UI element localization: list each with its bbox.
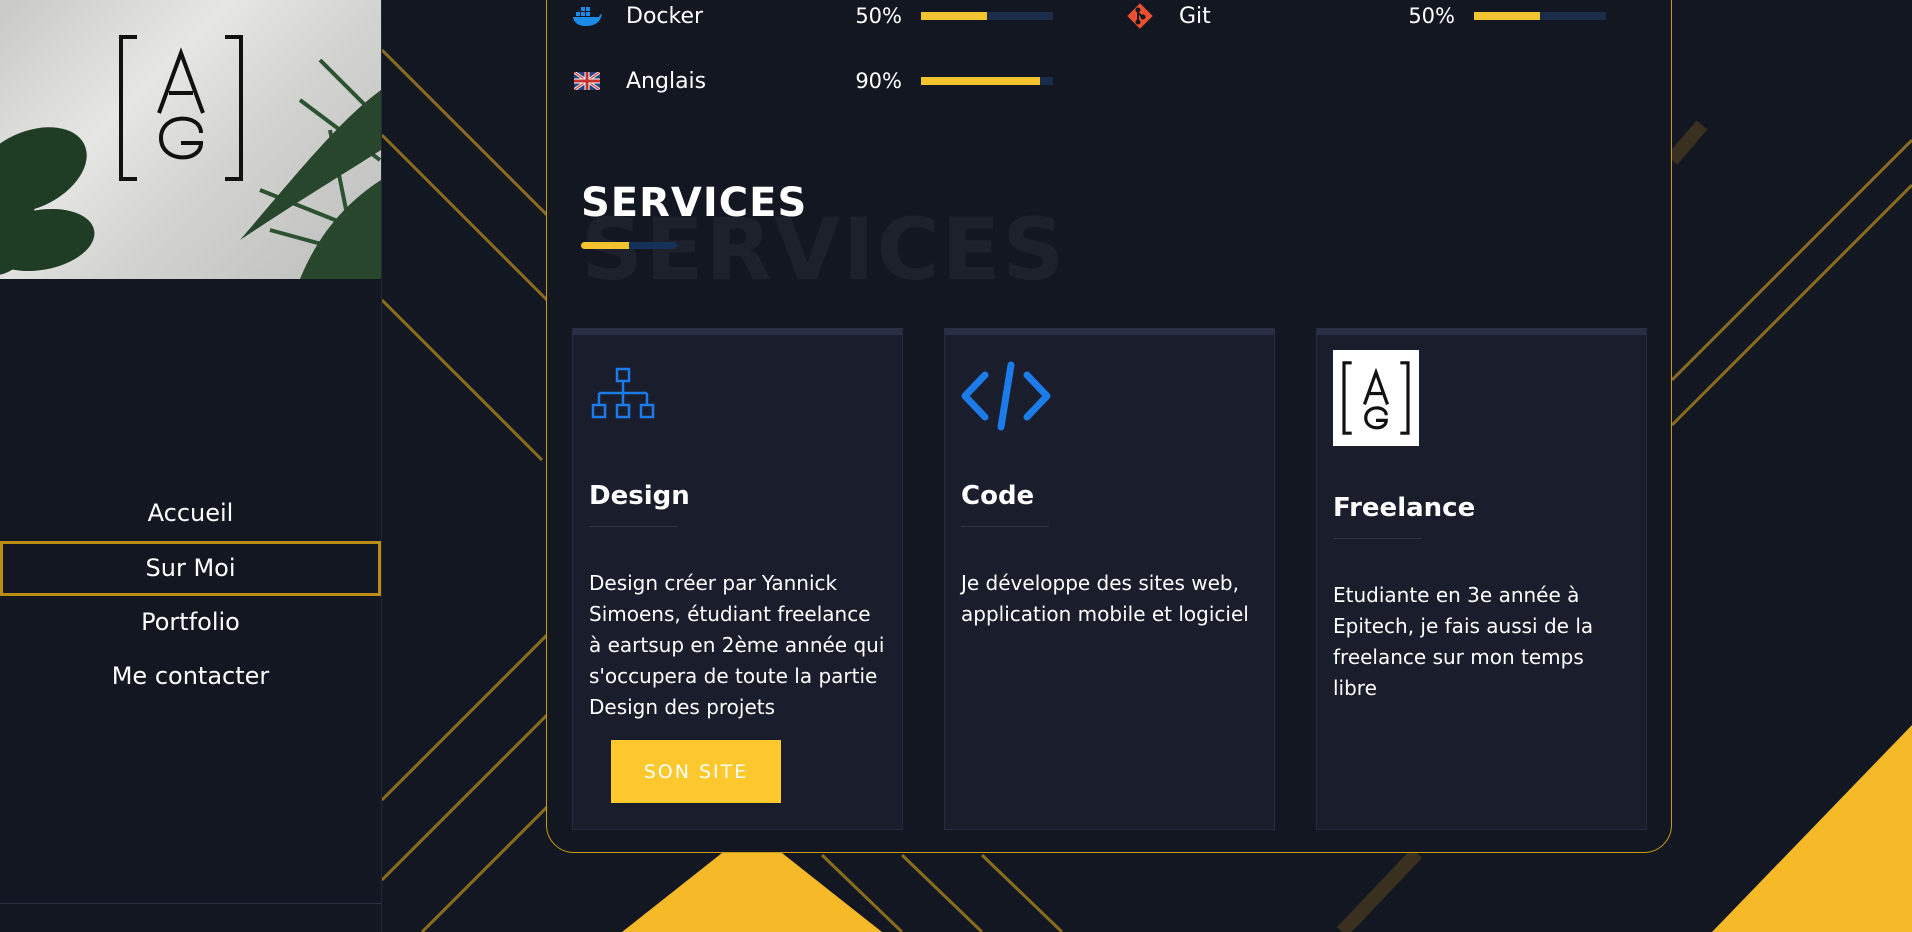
nav-item-portfolio[interactable]: Portfolio: [0, 596, 381, 649]
ag-logo: [1342, 361, 1410, 435]
service-card-design: Design Design créer par Yannick Simoens,…: [572, 328, 903, 830]
skill-docker: Docker 50%: [572, 1, 1053, 31]
git-icon: [1125, 1, 1155, 31]
skill-progress-bar: [1474, 12, 1606, 20]
service-title: Design: [589, 481, 690, 511]
ag-logo: [119, 35, 243, 181]
service-card-code: Code Je développe des sites web, applica…: [944, 328, 1275, 830]
sitemap-icon: [591, 367, 655, 419]
skill-progress-bar: [921, 77, 1053, 85]
skill-git: Git 50%: [1125, 1, 1606, 31]
service-description: Je développe des sites web, application …: [961, 571, 1249, 626]
title-underline: [581, 242, 677, 249]
skill-percent: 50%: [855, 4, 902, 28]
skill-progress-bar: [921, 12, 1053, 20]
service-card-freelance: Freelance Etudiante en 3e année à Epitec…: [1316, 328, 1647, 830]
skill-progress-fill: [921, 77, 1040, 85]
services-title: SERVICES: [581, 180, 808, 226]
nav-item-me-contacter[interactable]: Me contacter: [0, 649, 381, 704]
skill-anglais: Anglais 90%: [572, 66, 1053, 96]
service-title: Freelance: [1333, 493, 1476, 523]
sidebar-hero-image: [0, 0, 381, 279]
sidebar-divider: [0, 903, 381, 904]
service-separator: [589, 526, 677, 527]
service-separator: [1333, 538, 1421, 539]
service-description: Design créer par Yannick Simoens, étudia…: [589, 571, 885, 719]
son-site-button[interactable]: SON SITE: [611, 740, 781, 803]
skill-progress-fill: [1474, 12, 1540, 20]
service-description: Etudiante en 3e année à Epitech, je fais…: [1333, 583, 1594, 700]
service-title: Code: [961, 481, 1035, 511]
main-nav: Accueil Sur Moi Portfolio Me contacter: [0, 486, 381, 704]
skill-progress-fill: [921, 12, 987, 20]
skill-name: Anglais: [626, 68, 707, 94]
skill-name: Git: [1179, 3, 1211, 29]
uk-flag-icon: [572, 66, 602, 96]
skill-percent: 90%: [855, 69, 902, 93]
ag-logo-icon: [1333, 350, 1419, 446]
nav-item-accueil[interactable]: Accueil: [0, 486, 381, 541]
sidebar: Accueil Sur Moi Portfolio Me contacter: [0, 0, 382, 932]
code-icon: [961, 361, 1051, 431]
skill-percent: 50%: [1408, 4, 1455, 28]
skill-name: Docker: [626, 3, 704, 29]
docker-icon: [572, 1, 602, 31]
nav-item-sur-moi[interactable]: Sur Moi: [0, 541, 381, 596]
service-separator: [961, 526, 1049, 527]
